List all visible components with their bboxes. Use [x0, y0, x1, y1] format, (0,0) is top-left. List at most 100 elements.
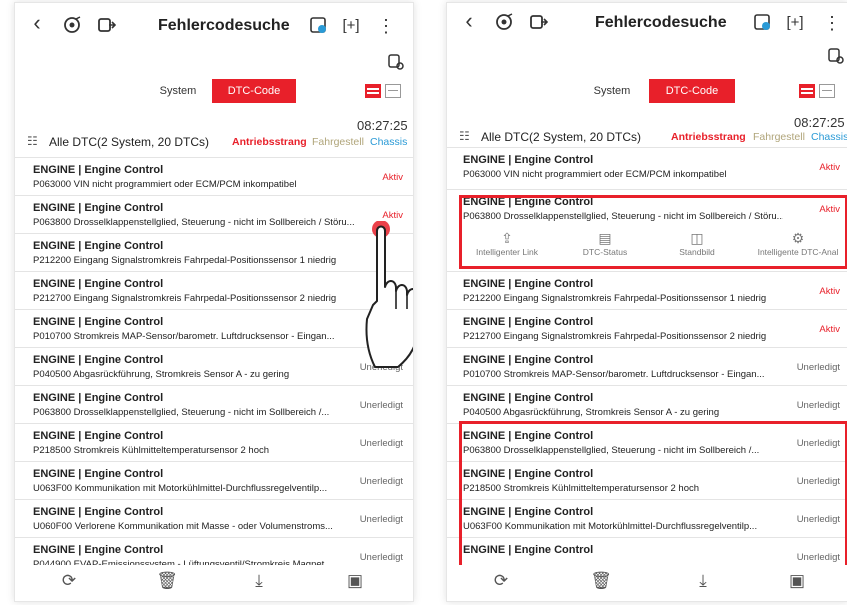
timestamp: 08:27:25: [357, 118, 408, 133]
folder-icon[interactable]: ▣: [343, 571, 367, 591]
grid-view-icon[interactable]: [385, 84, 401, 98]
tab-dtc-code[interactable]: DTC-Code: [212, 79, 296, 103]
row-description: P212200 Eingang Signalstromkreis Fahrped…: [463, 293, 767, 304]
status-badge: Aktiv: [819, 324, 840, 335]
filter-chassis[interactable]: Chassis: [811, 131, 847, 143]
row-description: P063000 VIN nicht programmiert oder ECM/…: [463, 169, 727, 180]
list-view-icon[interactable]: [799, 84, 815, 98]
row-title: ENGINE | Engine Control: [33, 506, 164, 518]
download-icon[interactable]: ⤓: [247, 571, 271, 591]
page-title: Fehlercodesuche: [595, 14, 727, 31]
row-description: P218500 Stromkreis Kühlmitteltemperaturs…: [33, 445, 270, 456]
row-title: ENGINE | Engine Control: [33, 240, 164, 252]
status-badge: Aktiv: [819, 162, 840, 173]
row-title: ENGINE | Engine Control: [463, 278, 594, 290]
selection-highlight: [459, 195, 847, 269]
table-row[interactable]: ENGINE | Engine Control P212200 Eingang S…: [447, 271, 847, 310]
grid-view-icon[interactable]: [819, 84, 835, 98]
table-row[interactable]: ENGINE | Engine Control P063000 VIN nicht…: [447, 147, 847, 186]
filter-antriebsstrang[interactable]: Antriebsstrang: [232, 136, 307, 148]
tab-system[interactable]: System: [577, 79, 647, 103]
diagnostic-icon[interactable]: [493, 12, 515, 34]
timestamp: 08:27:25: [794, 115, 845, 130]
left-screenshot: ‹ Fehlercodesuche [+] ⋮ System DTC-Code …: [14, 2, 414, 602]
battery-icon: [827, 47, 845, 70]
tab-system[interactable]: System: [143, 79, 213, 103]
status-badge: Aktiv: [819, 286, 840, 297]
app-header: ‹ Fehlercodesuche [+] ⋮: [15, 3, 413, 47]
row-description: P063800 Drosselklappenstellglied, Steuer…: [33, 217, 355, 228]
table-row[interactable]: ENGINE | Engine Control P010700 Stromkrei…: [15, 309, 413, 348]
row-title: ENGINE | Engine Control: [33, 354, 164, 366]
row-title: ENGINE | Engine Control: [33, 430, 164, 442]
download-icon[interactable]: ⤓: [691, 571, 715, 591]
row-description: P010700 Stromkreis MAP-Sensor/barometr. …: [463, 369, 765, 380]
table-row[interactable]: ENGINE | Engine Control P063800 Drosselkl…: [15, 385, 413, 424]
filter-chassis[interactable]: Chassis: [370, 136, 407, 148]
filter-fahrgestell[interactable]: Fahrgestell: [312, 136, 364, 148]
row-description: P040500 Abgasrückführung, Stromkreis Sen…: [463, 407, 720, 418]
status-badge: Unerledigt: [359, 400, 403, 411]
row-description: P040500 Abgasrückführung, Stromkreis Sen…: [33, 369, 290, 380]
row-title: ENGINE | Engine Control: [33, 544, 164, 556]
more-menu-button[interactable]: ⋮: [823, 12, 841, 34]
row-description: P212700 Eingang Signalstromkreis Fahrped…: [33, 293, 337, 304]
list-view-icon[interactable]: [365, 84, 381, 98]
filter-fahrgestell[interactable]: Fahrgestell: [753, 131, 805, 143]
diagnostic-icon[interactable]: [61, 15, 83, 37]
table-row[interactable]: ENGINE | Engine Control P063000 VIN nicht…: [15, 157, 413, 196]
more-menu-button[interactable]: ⋮: [377, 15, 395, 37]
tap-hand-icon: [365, 221, 413, 368]
row-title: ENGINE | Engine Control: [463, 316, 594, 328]
table-row[interactable]: ENGINE | Engine Control P212700 Eingang S…: [447, 309, 847, 348]
table-row[interactable]: ENGINE | Engine Control P040500 Abgasrück…: [15, 347, 413, 386]
row-title: ENGINE | Engine Control: [33, 164, 164, 176]
row-description: P063800 Drosselklappenstellglied, Steuer…: [33, 407, 330, 418]
back-button[interactable]: ‹: [461, 10, 477, 32]
row-title: ENGINE | Engine Control: [33, 468, 164, 480]
battery-icon: [387, 53, 405, 76]
delete-icon[interactable]: 🗑: [155, 571, 179, 591]
table-row[interactable]: ENGINE | Engine Control P218500 Stromkrei…: [15, 423, 413, 462]
row-description: U063F00 Kommunikation mit Motorkühlmitte…: [33, 483, 328, 494]
row-description: P212700 Eingang Signalstromkreis Fahrped…: [463, 331, 767, 342]
delete-icon[interactable]: 🗑: [589, 571, 613, 591]
report-icon[interactable]: [307, 15, 329, 37]
row-description: U060F00 Verlorene Kommunikation mit Mass…: [33, 521, 333, 532]
status-badge: Unerledigt: [359, 476, 403, 487]
folder-icon[interactable]: ▣: [785, 571, 809, 591]
report-icon[interactable]: [751, 12, 773, 34]
status-badge: Unerledigt: [359, 438, 403, 449]
row-title: ENGINE | Engine Control: [33, 392, 164, 404]
dtc-summary: Alle DTC(2 System, 20 DTCs): [49, 135, 210, 149]
table-row[interactable]: ENGINE | Engine Control P010700 Stromkrei…: [447, 347, 847, 386]
table-row[interactable]: ENGINE | Engine Control P040500 Abgasrück…: [447, 385, 847, 424]
fullscreen-icon[interactable]: [+]: [341, 15, 361, 37]
car-export-icon[interactable]: [95, 15, 117, 37]
table-row[interactable]: ENGINE | Engine Control U063F00 Kommunika…: [15, 461, 413, 500]
row-title: ENGINE | Engine Control: [463, 354, 594, 366]
table-row[interactable]: ENGINE | Engine Control P212700 Eingang S…: [15, 271, 413, 310]
table-row[interactable]: ENGINE | Engine Control U060F00 Verlorene…: [15, 499, 413, 538]
status-badge: Aktiv: [382, 172, 403, 183]
tab-dtc-code[interactable]: DTC-Code: [649, 79, 735, 103]
fullscreen-icon[interactable]: [+]: [785, 12, 805, 34]
dtc-summary: Alle DTC(2 System, 20 DTCs): [481, 130, 642, 144]
status-badge: Unerledigt: [796, 400, 840, 411]
refresh-icon[interactable]: ⟳: [57, 571, 81, 591]
car-export-icon[interactable]: [527, 12, 549, 34]
status-badge: Aktiv: [382, 210, 403, 221]
filter-list-icon: ☷: [459, 129, 470, 143]
table-row[interactable]: ENGINE | Engine Control P212200 Eingang S…: [15, 233, 413, 272]
refresh-icon[interactable]: ⟳: [489, 571, 513, 591]
filter-antriebsstrang[interactable]: Antriebsstrang: [671, 131, 746, 143]
page-title: Fehlercodesuche: [158, 17, 290, 34]
back-button[interactable]: ‹: [29, 12, 45, 34]
app-header: ‹ Fehlercodesuche [+] ⋮: [447, 3, 847, 47]
row-title: ENGINE | Engine Control: [463, 392, 594, 404]
row-description: P063000 VIN nicht programmiert oder ECM/…: [33, 179, 297, 190]
table-row[interactable]: ENGINE | Engine Control P063800 Drosselkl…: [15, 195, 413, 234]
bottom-toolbar: ⟳ 🗑 ⤓ ▣: [15, 565, 413, 601]
row-description: P212200 Eingang Signalstromkreis Fahrped…: [33, 255, 337, 266]
status-badge: Unerledigt: [796, 362, 840, 373]
